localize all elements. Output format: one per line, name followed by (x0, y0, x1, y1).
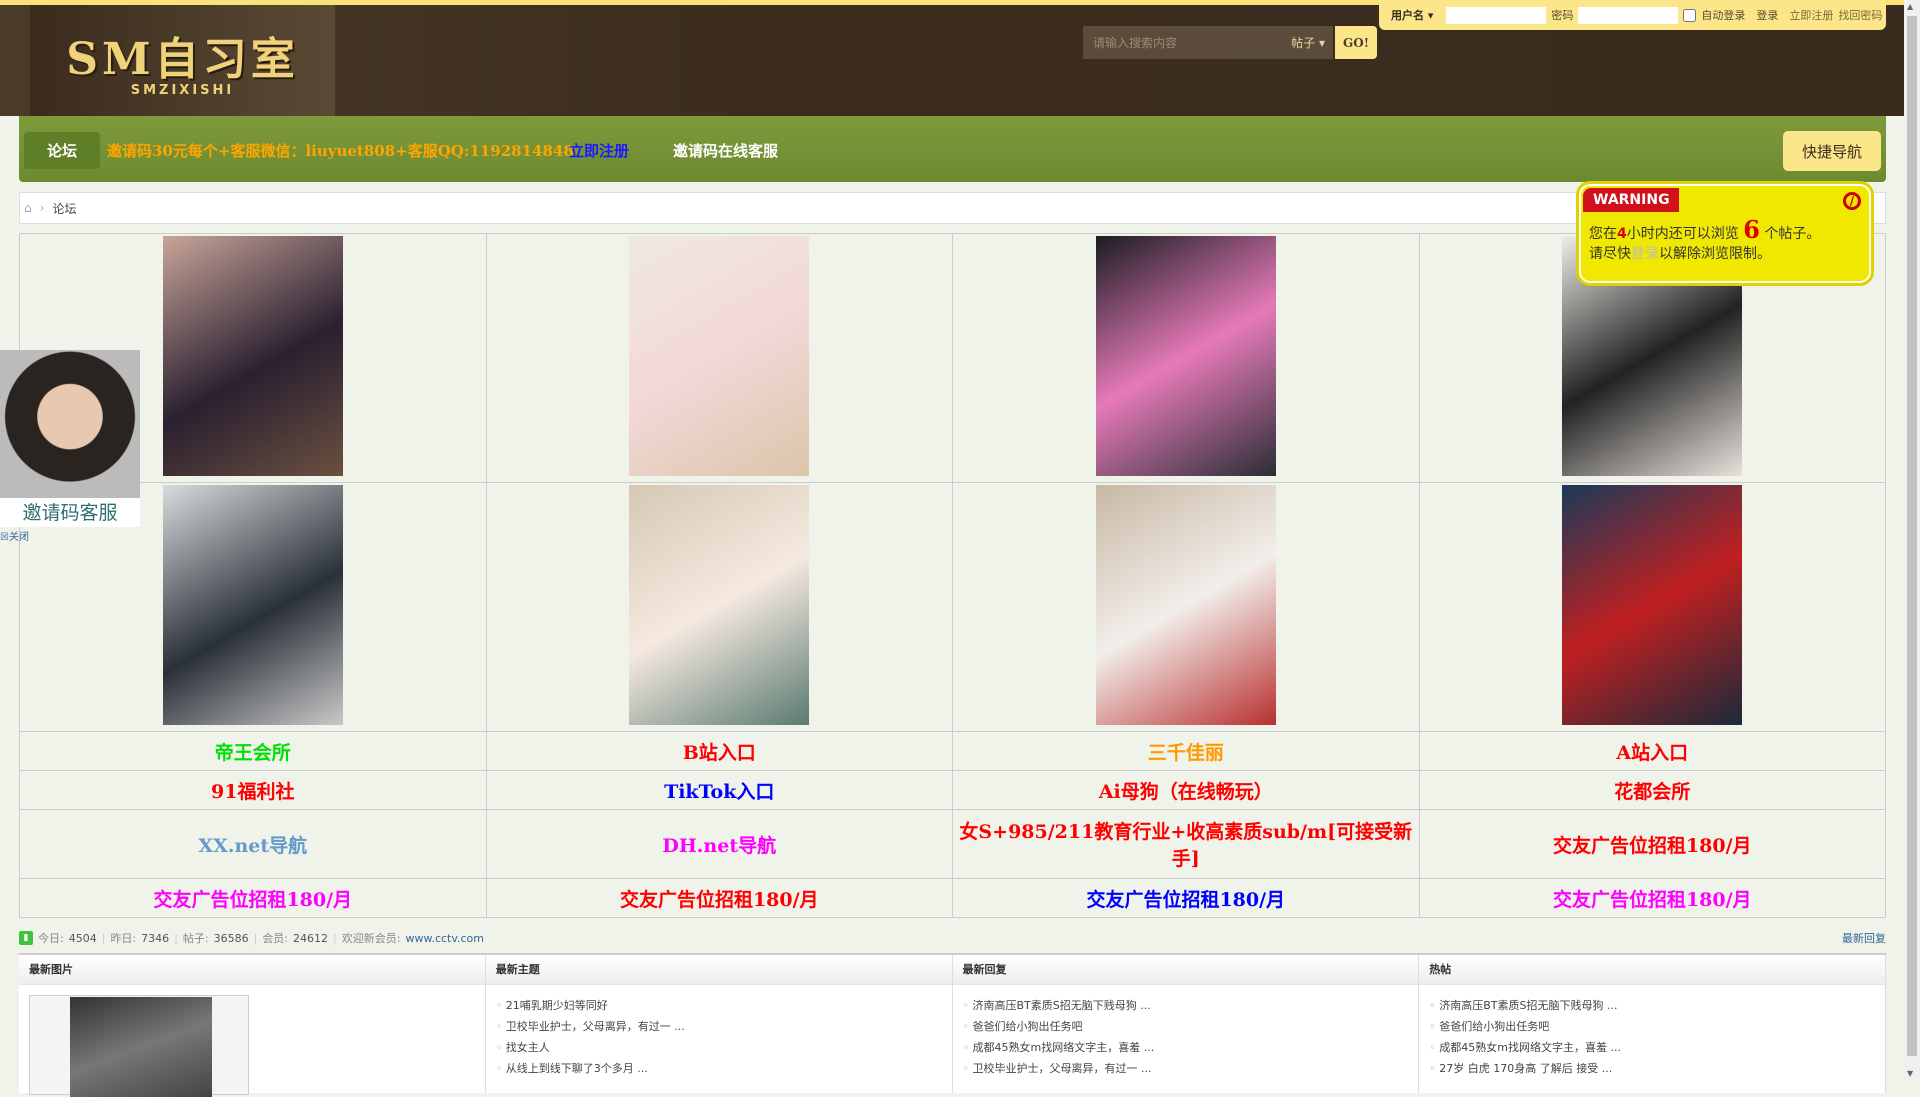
thread-link[interactable]: 找女主人 (496, 1039, 952, 1060)
ad-image[interactable] (1095, 235, 1276, 476)
stat-yesterday: 7346 (141, 931, 170, 945)
thread-link[interactable]: 济南高压BT素质S招无脑下贱母狗 ... (963, 997, 1419, 1018)
service-ad-label: 邀请码客服 (0, 498, 140, 527)
username-type-select[interactable]: 用户名 ▾ (1391, 7, 1433, 23)
newest-member-link[interactable]: www.cctv.com (405, 932, 484, 945)
latest-reply-link[interactable]: 最新回复 (1842, 930, 1886, 946)
login-button[interactable]: 登录 (1756, 7, 1778, 23)
panel-title-hot: 热帖 (1419, 955, 1885, 985)
thread-link[interactable]: 成都45熟女m找网络文字主，喜羞 ... (1429, 1039, 1885, 1060)
latest-panels: 最新图片 最新主题21哺乳期少妇等同好卫校毕业护士，父母离异，有过一 ...找女… (19, 953, 1886, 1097)
ad-image[interactable] (629, 235, 810, 476)
stats-chart-icon: ▮ (19, 931, 33, 945)
search-placeholder: 请输入搜索内容 (1093, 36, 1178, 50)
thread-link[interactable]: 济南高压BT素质S招无脑下贱母狗 ... (1429, 997, 1885, 1018)
search-scope-select[interactable]: 帖子 ▾ (1291, 34, 1325, 51)
thread-link[interactable]: 21哺乳期少妇等同好 (496, 997, 952, 1018)
thread-link[interactable]: 27岁 白虎 170身高 了解后 接受 ... (1429, 1060, 1885, 1081)
panel-title-topics: 最新主题 (485, 955, 952, 985)
password-label: 密码 (1551, 9, 1574, 22)
username-input[interactable] (1446, 6, 1547, 24)
search-go-button[interactable]: GO! (1335, 26, 1377, 59)
ad-link[interactable]: 交友广告位招租180/月 (1553, 835, 1752, 857)
scrollbar[interactable]: ▲ ▼ (1904, 0, 1920, 1080)
auto-login-label[interactable]: 自动登录 (1701, 7, 1745, 23)
thread-link[interactable]: 成都45熟女m找网络文字主，喜羞 ... (963, 1039, 1419, 1060)
panel-title-replies: 最新回复 (952, 955, 1419, 985)
ad-link[interactable]: 91福利社 (211, 781, 294, 803)
ad-image[interactable] (1562, 484, 1743, 725)
site-logo[interactable]: SM自习室 SMZIXISHI (30, 5, 335, 116)
main-nav: 论坛 邀请码30元每个+客服微信：liuyuet808+客服QQ:1192814… (19, 116, 1886, 182)
ad-link[interactable]: DH.net导航 (662, 835, 776, 857)
close-icon[interactable]: / (1843, 192, 1861, 210)
ad-close-button[interactable]: ☒关闭 (0, 528, 29, 543)
search-input[interactable]: 请输入搜索内容 帖子 ▾ (1083, 26, 1333, 59)
ad-link[interactable]: 交友广告位招租180/月 (1086, 889, 1285, 911)
ad-link[interactable]: B站入口 (683, 742, 756, 764)
ad-grid: 帝王会所 B站入口 三千佳丽 A站入口 91福利社 TikTok入口 Ai母狗（在线畅玩） 花… (19, 233, 1886, 918)
ad-image[interactable] (162, 235, 343, 476)
register-link[interactable]: 立即注册 (1789, 7, 1833, 23)
floating-service-ad[interactable]: 邀请码客服 (0, 350, 140, 527)
warning-popup: WARNING / 您在4小时内还可以浏览 6 个帖子。 请尽快登录以解除浏览限… (1576, 181, 1874, 286)
stat-today: 4504 (68, 931, 97, 945)
forgot-password-link[interactable]: 找回密码 (1838, 7, 1882, 23)
auto-login-checkbox[interactable] (1683, 8, 1697, 22)
ad-link[interactable]: 交友广告位招租180/月 (620, 889, 819, 911)
nav-promo[interactable]: 邀请码30元每个+客服微信：liuyuet808+客服QQ:1192814848 (107, 140, 574, 161)
warning-message: 您在4小时内还可以浏览 6 个帖子。 请尽快登录以解除浏览限制。 (1589, 215, 1821, 263)
latest-image[interactable] (29, 995, 249, 1097)
breadcrumb-current[interactable]: 论坛 (52, 200, 76, 217)
thread-link[interactable]: 爸爸们给小狗出任务吧 (963, 1018, 1419, 1039)
ad-image[interactable] (1095, 484, 1276, 725)
thread-link[interactable]: 从线上到线下聊了3个多月 ... (496, 1060, 952, 1081)
stat-posts: 36586 (213, 931, 249, 945)
thread-link[interactable]: 爸爸们给小狗出任务吧 (1429, 1018, 1885, 1039)
password-input[interactable] (1578, 6, 1679, 24)
warning-tag: WARNING (1583, 188, 1679, 212)
thread-link[interactable]: 卫校毕业护士，父母离异，有过一 ... (963, 1060, 1419, 1081)
ad-link[interactable]: 交友广告位招租180/月 (153, 889, 352, 911)
home-icon[interactable]: ⌂ (24, 201, 32, 215)
warning-login-link[interactable]: 登录 (1631, 246, 1659, 262)
ad-link[interactable]: 女S+985/211教育行业+收高素质sub/m[可接受新手] (959, 821, 1412, 870)
stat-members: 24612 (293, 931, 329, 945)
ad-link[interactable]: 交友广告位招租180/月 (1553, 889, 1752, 911)
ad-image[interactable] (162, 484, 343, 725)
ad-link[interactable]: A站入口 (1616, 742, 1688, 764)
nav-register[interactable]: 立即注册 (569, 140, 629, 161)
login-bar: 用户名 ▾ 密码 自动登录 登录 立即注册 找回密码 (1379, 0, 1886, 30)
ad-image[interactable] (629, 484, 810, 725)
thread-link[interactable]: 卫校毕业护士，父母离异，有过一 ... (496, 1018, 952, 1039)
ad-link[interactable]: 三千佳丽 (1148, 742, 1224, 764)
service-avatar (0, 350, 140, 498)
ad-link[interactable]: 花都会所 (1614, 781, 1690, 803)
ad-link[interactable]: XX.net导航 (198, 835, 307, 857)
forum-stats: ▮ 今日: 4504 | 昨日: 7346 | 帖子: 36586 | 会员: 24612 | … (19, 929, 1886, 947)
ad-link[interactable]: TikTok入口 (664, 781, 774, 803)
ad-link[interactable]: Ai母狗（在线畅玩） (1099, 781, 1273, 803)
nav-service[interactable]: 邀请码在线客服 (673, 140, 778, 161)
nav-forum[interactable]: 论坛 (24, 132, 100, 169)
panel-title-pics: 最新图片 (19, 955, 485, 985)
quick-nav-button[interactable]: 快捷导航 (1783, 131, 1881, 171)
ad-link[interactable]: 帝王会所 (215, 742, 291, 764)
